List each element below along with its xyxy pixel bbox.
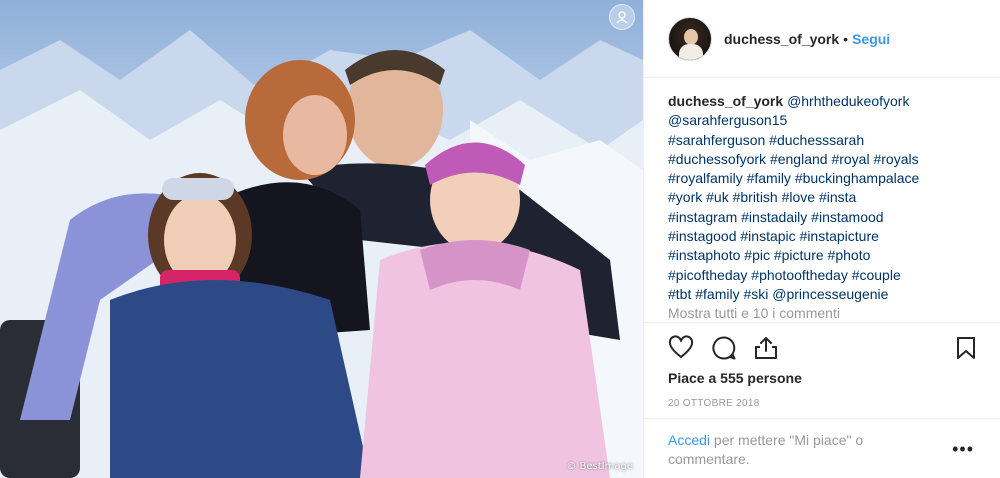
post-photo[interactable]: © BestImage bbox=[0, 0, 643, 478]
more-options-icon[interactable]: ••• bbox=[952, 439, 974, 460]
caption-line-3[interactable]: #duchessofyork #england #royal #royals bbox=[668, 151, 919, 167]
post-side-panel: duchess_of_york • Segui duchess_of_york … bbox=[643, 0, 1000, 478]
share-icon[interactable] bbox=[753, 335, 779, 361]
follow-button[interactable]: Segui bbox=[852, 31, 890, 47]
show-all-comments-link[interactable]: Mostra tutti e 10 i commenti bbox=[668, 304, 840, 320]
caption-line-10[interactable]: #tbt #family #ski @princesseugenie bbox=[668, 286, 888, 302]
caption-username[interactable]: duchess_of_york bbox=[668, 93, 783, 109]
caption-line-6[interactable]: #instagram #instadaily #instamood bbox=[668, 209, 884, 225]
family-ski-photo bbox=[0, 30, 643, 478]
comment-login-prompt: Accedi per mettere "Mi piace" o commenta… bbox=[644, 418, 1000, 478]
bookmark-icon[interactable] bbox=[953, 335, 979, 361]
likes-count[interactable]: Piace a 555 persone bbox=[668, 370, 802, 386]
caption-line-4[interactable]: #royalfamily #family #buckinghampalace bbox=[668, 170, 919, 186]
user-tag-icon[interactable] bbox=[609, 4, 635, 30]
header-username[interactable]: duchess_of_york bbox=[724, 31, 839, 47]
caption-line-9[interactable]: #picoftheday #photooftheday #couple bbox=[668, 267, 901, 283]
post-header: duchess_of_york • Segui bbox=[644, 0, 1000, 78]
separator-dot: • bbox=[843, 30, 849, 47]
login-link[interactable]: Accedi bbox=[668, 432, 710, 448]
comment-bubble-icon[interactable] bbox=[711, 335, 737, 361]
caption-line-8[interactable]: #instaphoto #pic #picture #photo bbox=[668, 247, 870, 263]
caption-line-5[interactable]: #york #uk #british #love #insta bbox=[668, 189, 856, 205]
caption-line-1[interactable]: @sarahferguson15 bbox=[668, 112, 787, 128]
caption-line-0[interactable]: @hrhthedukeofyork bbox=[787, 93, 909, 109]
avatar[interactable] bbox=[668, 16, 712, 61]
caption-line-7[interactable]: #instagood #instapic #instapicture bbox=[668, 228, 879, 244]
post-date: 20 OTTOBRE 2018 bbox=[668, 398, 760, 409]
heart-icon[interactable] bbox=[668, 335, 694, 361]
comment-prompt-text: Accedi per mettere "Mi piace" o commenta… bbox=[668, 431, 938, 470]
post-caption: duchess_of_york @hrhthedukeofyork @sarah… bbox=[668, 92, 983, 320]
post-actions-bar bbox=[644, 322, 1000, 374]
caption-line-2[interactable]: #sarahferguson #duchesssarah bbox=[668, 132, 864, 148]
photo-credit: © BestImage bbox=[566, 461, 633, 472]
